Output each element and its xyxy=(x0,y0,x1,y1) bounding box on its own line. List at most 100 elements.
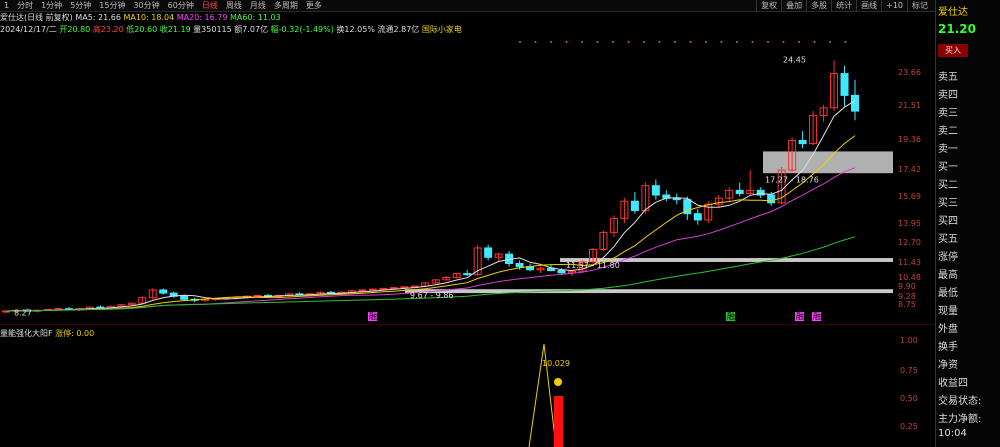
quote-row-7: 买三 xyxy=(938,198,958,209)
toolbar-tab-6[interactable]: 标记 xyxy=(907,0,932,11)
tab-10[interactable]: 多周期 xyxy=(270,0,302,11)
margin-marker-label: 融 xyxy=(727,311,735,321)
quote-row-6: 买二 xyxy=(938,180,958,191)
signal-dot xyxy=(751,41,754,43)
candle-body xyxy=(767,194,776,204)
price-tick: 13.95 xyxy=(898,218,921,228)
float-value: 流通2.87亿 xyxy=(377,25,420,34)
quote-row-15: 换手 xyxy=(938,342,958,353)
price-tick: 23.66 xyxy=(898,67,921,77)
tab-0[interactable]: 1 xyxy=(0,0,13,11)
signal-dot xyxy=(674,41,676,43)
ma5-line xyxy=(5,100,856,312)
range-label-1: 17.27 - 18.76 xyxy=(765,176,819,185)
ma60-value: MA60: 11.03 xyxy=(230,13,281,22)
quote-row-8: 买四 xyxy=(938,216,958,227)
tab-6[interactable]: 60分钟 xyxy=(164,0,198,11)
ma-info-row: 爱仕达(日线 前复权) MA5: 21.66 MA10: 18.04 MA20:… xyxy=(0,12,281,23)
ma10-value: MA10: 18.04 xyxy=(123,13,175,22)
candle-body xyxy=(693,213,702,221)
smile-icon xyxy=(554,378,562,386)
quote-row-3: 卖二 xyxy=(938,126,958,137)
tab-4[interactable]: 15分钟 xyxy=(95,0,129,11)
quote-row-2: 卖三 xyxy=(938,108,958,119)
stock-name: 爱仕达 xyxy=(938,7,968,18)
tab-1[interactable]: 分时 xyxy=(13,0,37,11)
ma10-line xyxy=(5,135,856,312)
candle-body xyxy=(515,263,524,268)
tab-7[interactable]: 日线 xyxy=(198,0,222,11)
margin-marker-label: 融 xyxy=(369,311,377,321)
range-label-2: 11.57 - 11.80 xyxy=(566,261,620,270)
signal-dot xyxy=(643,41,645,43)
tab-2[interactable]: 1分钟 xyxy=(37,0,66,11)
turnover-value: 换12.05% xyxy=(336,25,375,34)
price-tick: 8.75 xyxy=(898,299,916,309)
high-value: 高23.20 xyxy=(92,25,124,34)
indicator-name: 量能强化大阳F xyxy=(0,329,53,338)
toolbar-tab-4[interactable]: 画线 xyxy=(856,0,881,11)
signal-dot xyxy=(658,41,661,43)
ma20-value: MA20: 16.79 xyxy=(176,13,228,22)
candle-body xyxy=(159,289,168,294)
candle-body xyxy=(379,287,388,290)
signal-dot xyxy=(581,41,583,43)
indicator-chart[interactable]: 10.029 xyxy=(0,338,895,447)
quote-row-18: 交易状态: xyxy=(938,396,982,407)
signal-dot xyxy=(782,41,785,43)
toolbar-tab-0[interactable]: 复权 xyxy=(756,0,781,11)
quote-row-1: 卖四 xyxy=(938,90,958,101)
candle-body xyxy=(840,73,849,96)
quote-panel: 爱仕达 21.20 买入 卖五 卖四 卖三 卖二 卖一 买一 买二 买三 买四 买五 涨停 最高 最低现… xyxy=(935,0,1000,447)
margin-marker-label: 融 xyxy=(813,311,821,321)
candle-body xyxy=(798,140,807,145)
stock-title: 爱仕达(日线 前复权) xyxy=(0,13,73,22)
signal-dot xyxy=(550,41,552,43)
tab-8[interactable]: 周线 xyxy=(222,0,246,11)
indicator-tick: 1.00 xyxy=(900,336,918,345)
indicator-label: 10.029 xyxy=(542,359,570,368)
signal-dot xyxy=(736,41,738,43)
quote-row-13: 现量 xyxy=(938,306,958,317)
change-value: 幅-0.32(-1.49%) xyxy=(270,25,334,34)
quote-row-19: 主力净额: xyxy=(938,414,982,425)
tab-3[interactable]: 5分钟 xyxy=(66,0,95,11)
toolbar-tab-1[interactable]: 叠加 xyxy=(781,0,806,11)
tab-9[interactable]: 月线 xyxy=(246,0,270,11)
signal-dot xyxy=(767,41,769,43)
quote-row-20: 10:04 xyxy=(938,428,967,439)
margin-marker-label: 融 xyxy=(796,311,804,321)
price-tick: 10.48 xyxy=(898,272,921,282)
signal-dot xyxy=(705,41,707,43)
current-price: 21.20 xyxy=(938,22,976,36)
signal-dot xyxy=(534,41,537,43)
low-value: 低20.60 xyxy=(126,25,158,34)
tab-5[interactable]: 30分钟 xyxy=(129,0,163,11)
quote-row-10: 涨停 xyxy=(938,252,958,263)
price-band xyxy=(405,289,893,294)
candle-body xyxy=(851,94,859,112)
toolbar-tab-5[interactable]: +10 xyxy=(881,0,907,11)
candle-body xyxy=(180,295,189,300)
price-tick: 17.42 xyxy=(898,164,921,174)
quote-row-12: 最低 xyxy=(938,288,958,299)
signal-dot xyxy=(798,41,800,43)
amount-value: 额7.07亿 xyxy=(234,25,269,34)
indicator-tick: 0.25 xyxy=(900,422,918,431)
signal-dot xyxy=(612,41,614,43)
start-label: 8.27 xyxy=(14,309,32,318)
candlestick-chart[interactable]: 24.45 17.27 - 18.76 11.57 - 11.80 9.67 - 9.… xyxy=(0,34,895,324)
signal-dot xyxy=(565,41,568,43)
quote-row-4: 卖一 xyxy=(938,144,958,155)
signal-dot xyxy=(627,41,630,43)
tab-11[interactable]: 更多 xyxy=(302,0,326,11)
toolbar-tab-2[interactable]: 多股 xyxy=(806,0,831,11)
toolbar-tab-3[interactable]: 统计 xyxy=(831,0,856,11)
signal-dot xyxy=(689,41,692,43)
pane-divider xyxy=(0,324,935,325)
signal-dot xyxy=(596,41,599,43)
signal-dot xyxy=(720,41,723,43)
buy-button[interactable]: 买入 xyxy=(938,44,968,57)
quote-row-14: 外盘 xyxy=(938,324,958,335)
price-tick: 21.51 xyxy=(898,101,921,111)
